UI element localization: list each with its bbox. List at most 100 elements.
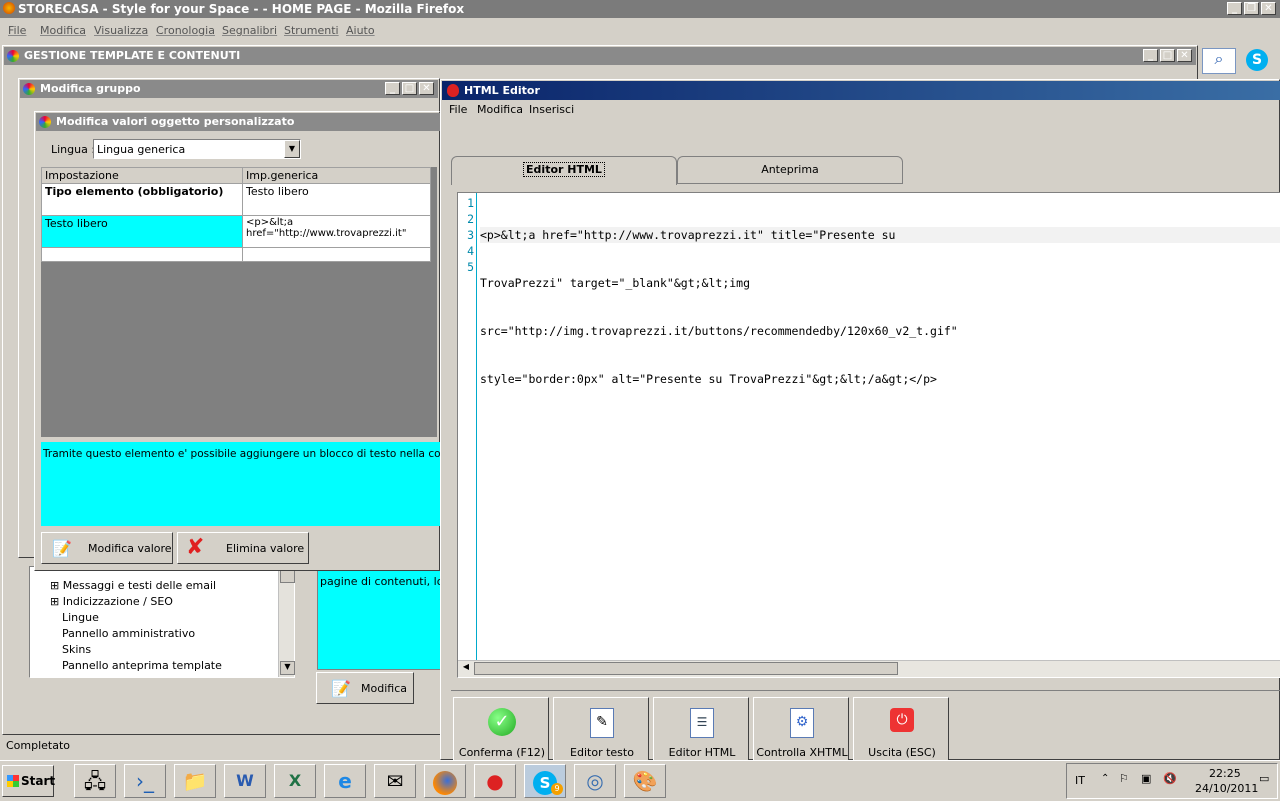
app-logo-icon bbox=[7, 50, 19, 62]
outlook-icon[interactable]: ✉ bbox=[374, 764, 416, 798]
value-cell[interactable]: Testo libero bbox=[242, 183, 431, 216]
network-tray-icon[interactable]: ▣ bbox=[1141, 772, 1151, 785]
close-button[interactable]: ✕ bbox=[1261, 2, 1276, 15]
confirm-button[interactable]: ✓ Conferma (F12) bbox=[453, 697, 549, 767]
delete-x-icon: ✘ bbox=[186, 535, 205, 560]
code-line: src="http://img.trovaprezzi.it/buttons/r… bbox=[480, 324, 958, 338]
status-text: Completato bbox=[6, 739, 71, 752]
delete-value-button[interactable]: ✘ Elimina valore bbox=[177, 532, 309, 564]
editor-menu-modifica[interactable]: Modifica bbox=[477, 103, 523, 116]
description-panel: Tramite questo elemento e' possibile agg… bbox=[41, 442, 441, 526]
close-button[interactable]: ✕ bbox=[419, 82, 434, 95]
excel-icon[interactable]: X bbox=[274, 764, 316, 798]
start-button[interactable]: Start bbox=[2, 765, 55, 797]
settings-grid: Impostazione Imp.generica Tipo elemento … bbox=[41, 167, 437, 437]
check-xhtml-icon: ⚙ bbox=[790, 708, 814, 738]
setting-cell[interactable]: Tipo elemento (obbligatorio) bbox=[41, 183, 243, 216]
line-gutter: 1 2 3 4 5 bbox=[458, 193, 477, 663]
menu-aiuto[interactable]: Aiuto bbox=[346, 24, 375, 37]
minimize-button[interactable]: _ bbox=[385, 82, 400, 95]
modify-button[interactable]: 📝 Modifica bbox=[316, 672, 414, 704]
html-editor-button[interactable]: ☰ Editor HTML bbox=[653, 697, 749, 767]
code-editor[interactable]: 1 2 3 4 5 <p>&lt;a href="http://www.trov… bbox=[457, 192, 1280, 678]
code-line: TrovaPrezzi" target="_blank"&gt;&lt;img bbox=[480, 276, 751, 290]
skype-tray-icon[interactable]: S bbox=[1246, 49, 1268, 71]
tray-expand-icon[interactable]: ⌃ bbox=[1101, 773, 1109, 784]
menu-strumenti[interactable]: Strumenti bbox=[284, 24, 339, 37]
taskbar: Start 🖧 ›_ 📁 W X e ✉ ● S 9 ◎ 🎨 IT ⌃ ⚐ ▣ … bbox=[0, 760, 1280, 801]
explorer-folder-icon[interactable]: 📁 bbox=[174, 764, 216, 798]
vpn-app-icon[interactable]: ◎ bbox=[574, 764, 616, 798]
editor-title-bar: HTML Editor bbox=[442, 81, 1280, 100]
skype-taskbar-icon[interactable]: S 9 bbox=[524, 764, 566, 798]
firefox-taskbar-icon[interactable] bbox=[424, 764, 466, 798]
table-row[interactable]: Testo libero <p>&lt;a href="http://www.t… bbox=[41, 215, 431, 248]
value-cell[interactable]: <p>&lt;a href="http://www.trovaprezzi.it… bbox=[242, 215, 431, 248]
minimize-button[interactable]: _ bbox=[1143, 49, 1158, 62]
network-app-icon[interactable]: 🖧 bbox=[74, 764, 116, 798]
clock-time[interactable]: 22:25 bbox=[1209, 767, 1241, 780]
search-button[interactable]: ⌕ bbox=[1202, 48, 1236, 74]
editor-title: HTML Editor bbox=[464, 84, 540, 97]
language-indicator[interactable]: IT bbox=[1075, 774, 1085, 787]
expand-plus-icon[interactable]: ⊞ bbox=[50, 595, 59, 608]
volume-muted-icon[interactable]: 🔇 bbox=[1163, 772, 1177, 785]
check-xhtml-button[interactable]: ⚙ Controlla XHTML bbox=[753, 697, 849, 767]
tab-editor-html[interactable]: Editor HTML bbox=[451, 156, 677, 185]
strawberry-app-icon[interactable]: ● bbox=[474, 764, 516, 798]
language-label: Lingua : bbox=[51, 143, 96, 156]
firefox-menu-bar: File Modifica Visualizza Cronologia Segn… bbox=[0, 20, 1280, 40]
menu-segnalibri[interactable]: Segnalibri bbox=[222, 24, 277, 37]
menu-visualizza[interactable]: Visualizza bbox=[94, 24, 148, 37]
restore-button[interactable]: ❐ bbox=[1244, 2, 1259, 15]
editor-menu-file[interactable]: File bbox=[449, 103, 467, 116]
tree-item[interactable]: Pannello amministrativo bbox=[62, 627, 195, 640]
tree-item[interactable]: ⊞ Messaggi e testi delle email bbox=[50, 579, 216, 592]
setting-cell[interactable]: Testo libero bbox=[41, 215, 243, 248]
maximize-button[interactable]: □ bbox=[402, 82, 417, 95]
word-icon[interactable]: W bbox=[224, 764, 266, 798]
show-desktop-icon[interactable]: ▭ bbox=[1259, 772, 1269, 785]
line-number: 2 bbox=[467, 212, 474, 226]
clock-date[interactable]: 24/10/2011 bbox=[1195, 782, 1258, 795]
menu-modifica[interactable]: Modifica bbox=[40, 24, 86, 37]
value-cell[interactable] bbox=[242, 247, 431, 262]
menu-file[interactable]: File bbox=[8, 24, 26, 37]
tree-item[interactable]: Lingue bbox=[62, 611, 99, 624]
windows-logo-icon bbox=[7, 775, 19, 787]
language-select[interactable]: Lingua generica ▼ bbox=[93, 139, 301, 159]
internet-explorer-icon[interactable]: e bbox=[324, 764, 366, 798]
expand-plus-icon[interactable]: ⊞ bbox=[50, 579, 59, 592]
template-tree[interactable]: ▼ ⊞ Messaggi e testi delle email ⊞ Indic… bbox=[29, 566, 295, 678]
dropdown-arrow-icon[interactable]: ▼ bbox=[284, 140, 300, 158]
text-editor-button[interactable]: ✎ Editor testo bbox=[553, 697, 649, 767]
scrollbar-thumb[interactable] bbox=[474, 662, 898, 675]
exit-button[interactable]: ⏻ Uscita (ESC) bbox=[853, 697, 949, 767]
close-button[interactable]: ✕ bbox=[1177, 49, 1192, 62]
modify-value-button[interactable]: 📝 Modifica valore bbox=[41, 532, 173, 564]
table-row[interactable] bbox=[41, 247, 431, 262]
setting-cell[interactable] bbox=[41, 247, 243, 262]
tree-item[interactable]: ⊞ Indicizzazione / SEO bbox=[50, 595, 173, 608]
strawberry-icon bbox=[447, 84, 459, 97]
tree-item[interactable]: Skins bbox=[62, 643, 91, 656]
valori-title-bar: Modifica valori oggetto personalizzato bbox=[36, 113, 440, 131]
code-content[interactable]: <p>&lt;a href="http://www.trovaprezzi.it… bbox=[480, 195, 1280, 451]
editor-menu-inserisci[interactable]: Inserisci bbox=[529, 103, 574, 116]
horizontal-scrollbar[interactable]: ◀ bbox=[458, 660, 1280, 677]
flag-icon[interactable]: ⚐ bbox=[1119, 772, 1129, 785]
tree-item[interactable]: Pannello anteprima template bbox=[62, 659, 222, 672]
maximize-button[interactable]: □ bbox=[1160, 49, 1175, 62]
paint-app-icon[interactable]: 🎨 bbox=[624, 764, 666, 798]
minimize-button[interactable]: _ bbox=[1227, 2, 1242, 15]
column-header-value: Imp.generica bbox=[242, 167, 431, 184]
firefox-logo-icon bbox=[3, 2, 15, 14]
menu-cronologia[interactable]: Cronologia bbox=[156, 24, 215, 37]
powershell-icon[interactable]: ›_ bbox=[124, 764, 166, 798]
gruppo-title-bar: Modifica gruppo _ □ ✕ bbox=[20, 80, 438, 98]
table-row[interactable]: Tipo elemento (obbligatorio) Testo liber… bbox=[41, 183, 431, 216]
scroll-left-icon[interactable]: ◀ bbox=[460, 662, 472, 675]
tree-scrollbar[interactable]: ▼ bbox=[278, 567, 295, 677]
tab-anteprima[interactable]: Anteprima bbox=[677, 156, 903, 184]
code-line: style="border:0px" alt="Presente su Trov… bbox=[480, 372, 937, 386]
